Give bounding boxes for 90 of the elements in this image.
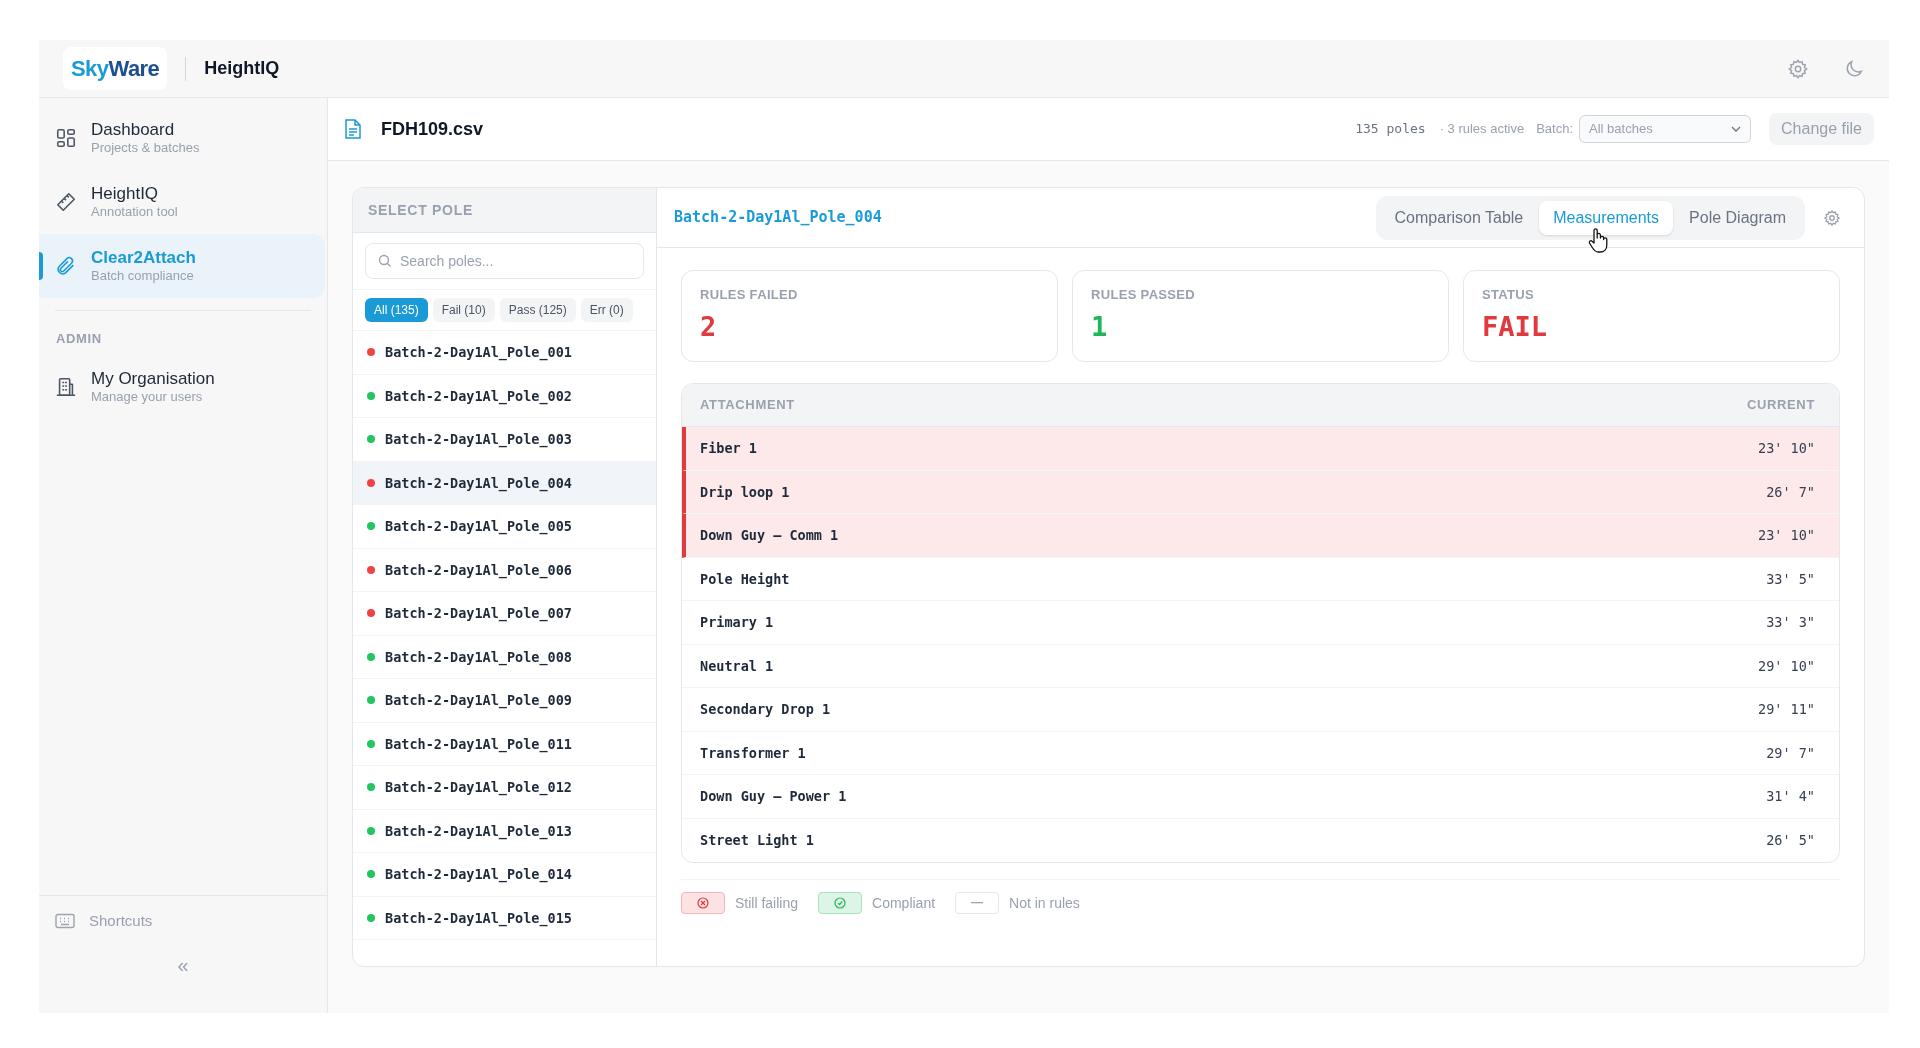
tab[interactable]: Comparison Table: [1380, 200, 1538, 235]
attachment-name: Down Guy – Power 1: [700, 787, 848, 807]
search-field[interactable]: Search poles...: [365, 243, 644, 279]
logo: SkyWare: [63, 47, 168, 90]
search-icon: [378, 254, 392, 268]
pole-name: Batch-2-Day1Al_Pole_009: [385, 691, 572, 711]
stat-value: FAIL: [1482, 310, 1549, 343]
panel-title: SELECT POLE: [353, 188, 656, 233]
attachment-name: Secondary Drop 1: [700, 700, 832, 720]
height-value: 33' 5": [1766, 569, 1815, 589]
filter-chip[interactable]: Fail (10): [432, 298, 495, 322]
file-name: FDH109.csv: [381, 117, 484, 141]
column-header: ATTACHMENT: [700, 396, 796, 415]
legend-label: Still failing: [735, 893, 799, 913]
dash-icon: [971, 902, 984, 904]
height-value: 29' 10": [1758, 656, 1815, 676]
check-circle-icon: [834, 897, 847, 909]
ruler-icon: [55, 191, 77, 213]
attachment-name: Down Guy – Comm 1: [700, 526, 840, 546]
column-header: CURRENT: [1746, 396, 1816, 415]
height-value: 31' 4": [1766, 787, 1815, 807]
pole-name: Batch-2-Day1Al_Pole_002: [385, 386, 572, 406]
pole-list-item[interactable]: Batch-2-Day1Al_Pole_002: [353, 374, 656, 418]
stat-value: 1: [1091, 310, 1109, 343]
attachment-name: Primary 1: [700, 613, 775, 633]
height-value: 29' 7": [1766, 743, 1815, 763]
stat-label: STATUS: [1482, 286, 1536, 304]
pole-name: Batch-2-Day1Al_Pole_004: [385, 473, 572, 493]
pole-name: Batch-2-Day1Al_Pole_001: [385, 343, 572, 363]
stat-label: RULES PASSED: [1091, 286, 1197, 304]
pole-list-item[interactable]: Batch-2-Day1Al_Pole_011: [353, 722, 656, 766]
pole-list-item[interactable]: Batch-2-Day1Al_Pole_003: [353, 418, 656, 462]
attachment-name: Drip loop 1: [700, 482, 791, 502]
pole-list-item[interactable]: Batch-2-Day1Al_Pole_008: [353, 635, 656, 679]
pole-list-item[interactable]: Batch-2-Day1Al_Pole_014: [353, 853, 656, 897]
pole-name: Batch-2-Day1Al_Pole_015: [385, 908, 572, 928]
pole-list-item[interactable]: Batch-2-Day1Al_Pole_012: [353, 766, 656, 810]
pole-list-item[interactable]: Batch-2-Day1Al_Pole_015: [353, 896, 656, 940]
height-value: 29' 11": [1758, 700, 1815, 720]
pole-name: Batch-2-Day1Al_Pole_012: [385, 778, 572, 798]
attachment-name: Fiber 1: [700, 439, 758, 459]
height-value: 23' 10": [1758, 526, 1815, 546]
pole-list-item[interactable]: Batch-2-Day1Al_Pole_005: [353, 505, 656, 549]
pole-name: Batch-2-Day1Al_Pole_014: [385, 865, 572, 885]
app-title: HeightIQ: [204, 57, 280, 80]
grid-icon: [55, 127, 77, 149]
pole-name: Batch-2-Day1Al_Pole_005: [385, 517, 572, 537]
nav-item[interactable]: Dashboard Projects & batches: [39, 106, 325, 170]
height-value: 26' 7": [1766, 482, 1815, 502]
attachment-name: Transformer 1: [700, 743, 807, 763]
attachment-name: Neutral 1: [700, 656, 775, 676]
tab[interactable]: Pole Diagram: [1675, 200, 1800, 235]
building-icon: [55, 375, 77, 398]
settings-icon[interactable]: [1787, 57, 1809, 80]
nav-item[interactable]: My Organisation Manage your users: [39, 354, 325, 419]
settings-icon[interactable]: [1823, 208, 1841, 227]
filter-chip[interactable]: Pass (125): [499, 298, 576, 322]
height-value: 23' 10": [1758, 439, 1815, 459]
stat-value: 2: [700, 310, 718, 343]
pole-name: Batch-2-Day1Al_Pole_013: [385, 821, 572, 841]
file-icon: [343, 118, 363, 140]
chevron-down-icon: [1731, 126, 1742, 132]
pole-name: Batch-2-Day1Al_Pole_011: [385, 734, 572, 754]
nav-item[interactable]: HeightIQ Annotation tool: [39, 170, 325, 234]
pole-name: Batch-2-Day1Al_Pole_003: [385, 430, 572, 450]
pole-list-item[interactable]: Batch-2-Day1Al_Pole_004: [353, 461, 656, 505]
pole-title: Batch-2-Day1Al_Pole_004: [674, 207, 882, 229]
paperclip-icon: [55, 255, 77, 277]
rules-count: · 3 rules active: [1439, 120, 1525, 139]
height-value: 33' 3": [1766, 613, 1815, 633]
legend-label: Compliant: [872, 893, 936, 913]
pole-list-item[interactable]: Batch-2-Day1Al_Pole_013: [353, 809, 656, 853]
section-label: ADMIN: [55, 330, 103, 348]
attachment-name: Pole Height: [700, 569, 791, 589]
pole-list-item[interactable]: Batch-2-Day1Al_Pole_009: [353, 679, 656, 723]
keyboard-icon: [55, 913, 75, 930]
stat-label: RULES FAILED: [700, 286, 799, 304]
pole-count: 135 poles: [1355, 120, 1426, 139]
pole-list-item[interactable]: Batch-2-Day1Al_Pole_006: [353, 548, 656, 592]
legend-label: Not in rules: [1009, 893, 1080, 913]
x-circle-icon: [697, 897, 709, 909]
filter-chip[interactable]: Err (0): [580, 298, 633, 322]
batch-label: Batch:: [1536, 120, 1574, 139]
height-value: 26' 5": [1766, 831, 1815, 851]
pole-name: Batch-2-Day1Al_Pole_007: [385, 604, 572, 624]
pole-list-item[interactable]: Batch-2-Day1Al_Pole_001: [353, 331, 656, 375]
pole-list-item[interactable]: Batch-2-Day1Al_Pole_007: [353, 592, 656, 636]
attachment-name: Street Light 1: [700, 831, 815, 851]
pole-name: Batch-2-Day1Al_Pole_006: [385, 560, 572, 580]
pole-name: Batch-2-Day1Al_Pole_008: [385, 647, 572, 667]
